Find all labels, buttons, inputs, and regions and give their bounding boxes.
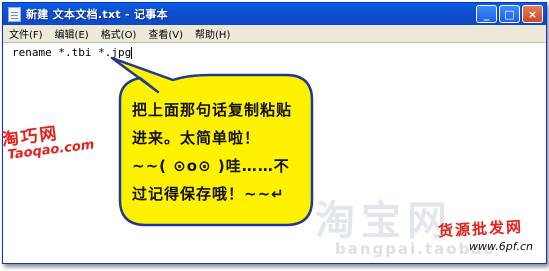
callout-text: 把上面那句话复制粘贴 进来。太简单啦！ ~~( ⊙o⊙ )哇……不 过记得保存哦… [132,96,300,208]
right-watermark-cn: 货源批发网 [437,217,524,241]
faint-watermark-text: 淘宝网 [315,198,453,244]
callout-line: 过记得保存哦！~~↵ [132,185,285,203]
callout-line: 进来。太简单啦！ [132,129,261,147]
right-watermark-url: www.6pf.cn [469,240,533,253]
callout-line: ~~( ⊙o⊙ )哇……不 [132,157,290,175]
callout-line: 把上面那句话复制粘贴 [132,101,293,119]
